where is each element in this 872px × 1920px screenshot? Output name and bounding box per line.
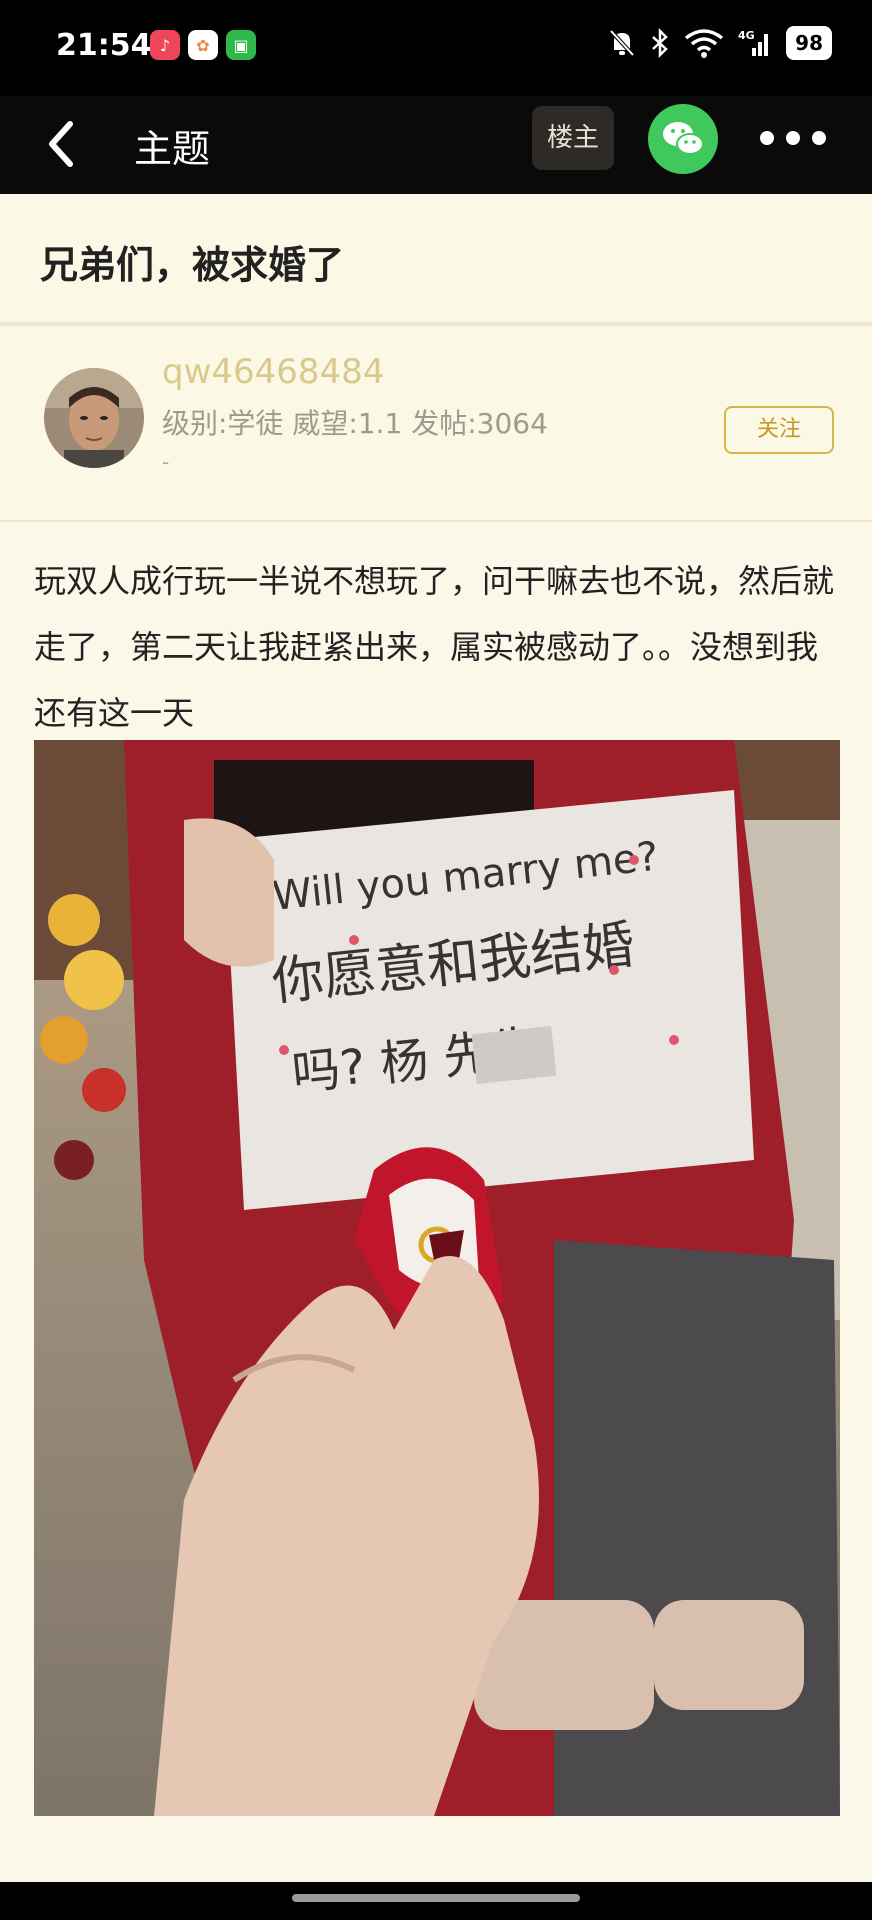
avatar[interactable]: [44, 368, 144, 468]
author-extra: -: [162, 450, 170, 474]
wechat-share-button[interactable]: [648, 104, 718, 174]
author-username[interactable]: qw46468484: [162, 352, 384, 392]
clock: 21:54: [56, 28, 152, 63]
only-op-button[interactable]: 楼主: [532, 106, 614, 170]
gallery-app-icon: ✿: [188, 30, 218, 60]
proposal-photo: Will you marry me? 你愿意和我结婚 吗? 杨 先生!: [34, 740, 840, 1816]
post-title: 兄弟们，被求婚了: [40, 243, 345, 287]
network-label: 4G: [738, 29, 755, 42]
back-arrow-icon[interactable]: [40, 116, 88, 172]
battery-level: 98: [786, 26, 832, 60]
top-navigation: 主题 楼主: [0, 96, 872, 194]
author-card: qw46468484 级别:学徒 威望:1.1 发帖:3064 - 关注: [0, 326, 872, 522]
signal-icon: 4G: [738, 29, 769, 56]
wifi-icon: [685, 29, 724, 58]
music-app-icon: ♪: [150, 30, 180, 60]
post-title-bar: 兄弟们，被求婚了: [0, 194, 872, 326]
author-meta: 级别:学徒 威望:1.1 发帖:3064: [162, 407, 548, 440]
page-title: 主题: [134, 127, 211, 171]
post-body: 玩双人成行玩一半说不想玩了，问干嘛去也不说，然后就走了，第二天让我赶紧出来，属实…: [34, 562, 835, 732]
home-indicator[interactable]: [0, 1882, 872, 1920]
notification-icons: ♪ ✿ ▣: [150, 30, 256, 60]
more-icon[interactable]: [760, 131, 826, 145]
bluetooth-icon: [652, 28, 668, 58]
mute-bell-icon: [609, 29, 635, 57]
system-icons: 4G 98: [608, 26, 832, 60]
post-photo[interactable]: Will you marry me? 你愿意和我结婚 吗? 杨 先生!: [34, 740, 840, 1816]
wechat-share-icon: [663, 122, 704, 155]
follow-button[interactable]: 关注: [724, 406, 834, 454]
status-bar: 21:54 ♪ ✿ ▣ 4G 98: [0, 0, 872, 96]
wechat-work-icon: ▣: [226, 30, 256, 60]
